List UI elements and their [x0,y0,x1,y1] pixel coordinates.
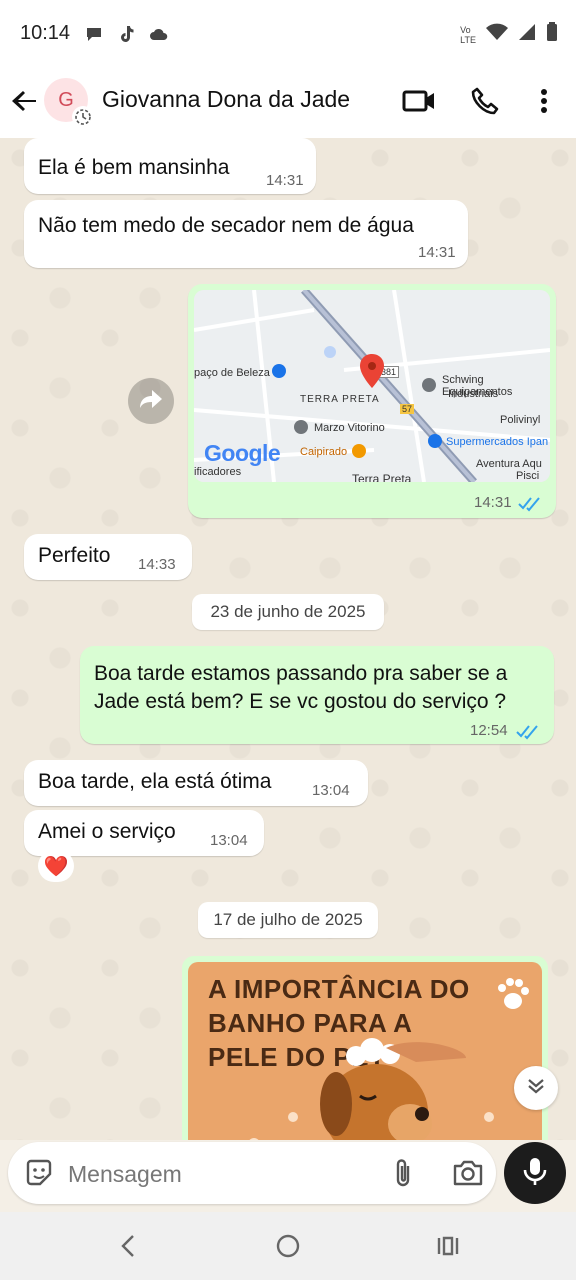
forward-icon [138,388,164,415]
map-label: Terra Preta [352,472,412,482]
nav-back-icon[interactable] [118,1234,138,1263]
date-divider: 17 de julho de 2025 [198,902,378,938]
location-pin-icon [360,354,384,394]
forward-button[interactable] [128,378,174,424]
location-message[interactable]: paço de Beleza Schwing Equipamentos Indu… [188,284,556,518]
incoming-message[interactable]: Boa tarde, ela está ótima 13:04 [24,760,368,806]
back-arrow-icon[interactable] [10,86,40,116]
post-image[interactable]: A IMPORTÂNCIA DO BANHO PARA A PELE DO PE… [188,962,542,1140]
camera-icon[interactable] [452,1158,484,1193]
restaurant-marker-icon [352,444,366,458]
scroll-to-bottom-button[interactable] [514,1066,558,1110]
road-shield: 57 [400,404,415,414]
message-time: 14:31 [418,244,456,261]
outgoing-message[interactable]: Boa tarde estamos passando pra saber se … [80,646,554,744]
dog-illustration [316,1038,466,1140]
voice-message-button[interactable] [504,1142,566,1204]
image-message[interactable]: A IMPORTÂNCIA DO BANHO PARA A PELE DO PE… [182,956,548,1140]
volte-icon: Vo LTE [460,24,476,45]
read-receipt-icon [518,494,542,518]
incoming-message[interactable]: Ela é bem mansinha 14:31 [24,138,316,194]
google-logo: Google [204,440,281,466]
incoming-message[interactable]: Não tem medo de secador nem de água 14:3… [24,200,468,268]
paw-print-icon [492,976,532,1021]
incoming-message[interactable]: Perfeito 14:33 [24,534,192,580]
chat-bubble-icon [84,24,104,49]
map-label: Polivinyl [500,414,541,426]
bubble-decoration [484,1112,494,1122]
status-bar: 10:14 Vo LTE [0,0,576,70]
business-marker-icon [422,378,436,392]
map-label: Industriais [448,388,499,400]
bubble-decoration [288,1112,298,1122]
message-time: 14:33 [138,556,176,573]
double-chevron-down-icon [526,1076,546,1101]
date-divider: 23 de junho de 2025 [192,594,384,630]
sticker-icon[interactable] [24,1158,54,1193]
map-label: TERRA PRETA [300,394,380,405]
map-label: Supermercados Ipan [446,436,549,448]
message-time: 13:04 [312,782,350,799]
message-time: 13:04 [210,832,248,849]
status-time: 10:14 [20,22,71,44]
phone-call-icon[interactable] [470,86,500,121]
message-composer [8,1142,496,1204]
place-marker-icon [294,420,308,434]
microphone-icon [522,1156,548,1191]
wifi-icon [486,23,508,46]
heart-reaction-icon[interactable]: ❤️ [38,850,74,882]
system-navigation-bar [0,1212,576,1280]
map-preview[interactable]: paço de Beleza Schwing Equipamentos Indu… [194,290,550,482]
nav-home-icon[interactable] [276,1234,300,1263]
read-receipt-icon [516,722,540,746]
message-text: Boa tarde, ela está ótima [38,770,272,793]
cart-marker-icon [428,434,442,448]
map-label: Pisci [516,470,540,482]
contact-name[interactable]: Giovanna Dona da Jade [102,86,350,113]
map-label: Caipirado [300,446,348,458]
chat-area[interactable]: Ela é bem mansinha 14:31 Não tem medo de… [0,138,576,1140]
message-time: 12:54 [470,722,508,739]
avatar-initial: G [58,88,74,111]
message-text: Ela é bem mansinha [38,156,230,179]
message-text: Amei o serviço [38,820,176,843]
chat-header: G Giovanna Dona da Jade [0,70,576,138]
signal-icon [518,23,536,46]
video-call-icon[interactable] [402,86,436,121]
map-label: Marzo Vitorino [314,422,385,434]
message-time: 14:31 [474,494,512,511]
date-text: 17 de julho de 2025 [213,910,363,929]
map-label: Aventura Aqu [476,458,542,470]
map-label: paço de Beleza [194,367,270,379]
message-time: 14:31 [266,172,304,189]
bubble-decoration [248,1138,260,1140]
battery-icon [546,22,558,47]
more-options-icon[interactable] [536,86,552,121]
shop-marker-icon [272,364,286,378]
message-text: Não tem medo de secador nem de água [38,214,414,237]
nav-recents-icon[interactable] [436,1234,460,1263]
disappearing-timer-icon [72,106,94,128]
incoming-message[interactable]: Amei o serviço 13:04 [24,810,264,856]
attach-icon[interactable] [392,1158,414,1193]
tiktok-icon [116,24,136,49]
message-input[interactable] [66,1154,370,1194]
map-label: ificadores [194,466,242,478]
message-text: Perfeito [38,544,111,567]
cloud-icon [148,24,170,49]
message-text: Boa tarde estamos passando pra saber se … [94,662,508,713]
date-text: 23 de junho de 2025 [210,602,366,621]
